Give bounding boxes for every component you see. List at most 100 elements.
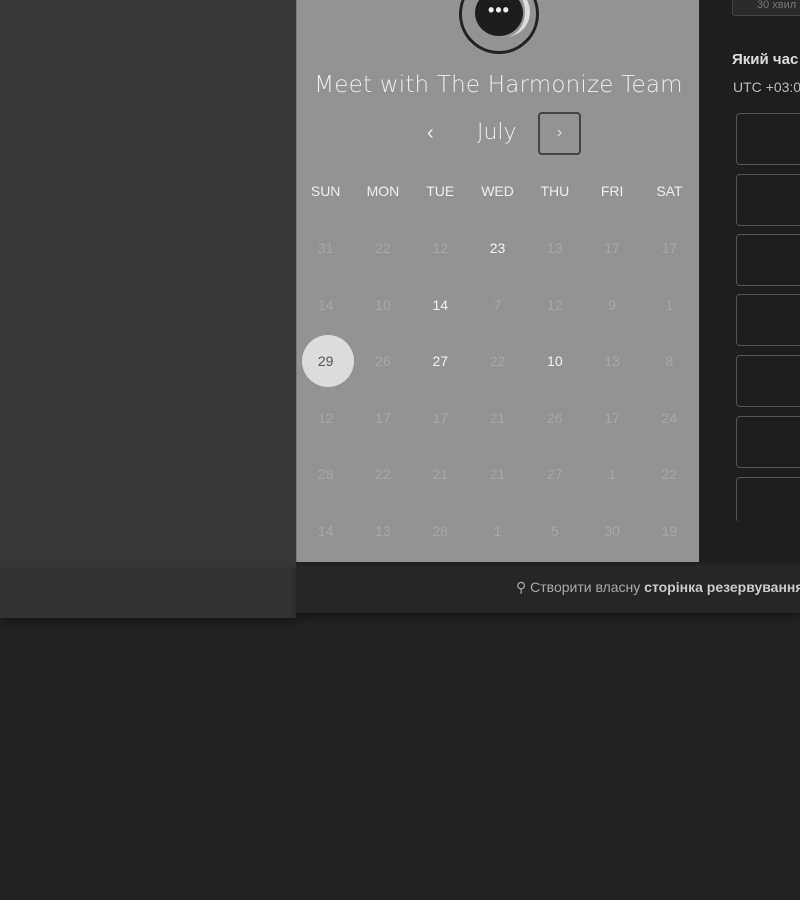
weekday-tue: TUE	[426, 183, 455, 199]
next-month-button[interactable]: ›	[538, 112, 581, 155]
background-left	[0, 0, 296, 568]
day-grid: 31 22 12 23 13 17 17 14 10 14 7 12 9 1 29 26 27 22 10 13 8 12…	[297, 220, 700, 559]
footer-bar: ⚲ Створити власну сторінка резервування	[296, 565, 800, 613]
day-number: 17	[604, 409, 620, 426]
day-cell: 17	[641, 222, 698, 274]
day-number: 1	[608, 466, 617, 483]
day-cell: 22	[641, 448, 698, 500]
time-slot[interactable]	[736, 477, 800, 522]
selected-day[interactable]: 29	[297, 335, 355, 388]
time-slot[interactable]	[736, 174, 800, 226]
day-cell: 14	[297, 505, 354, 557]
day-number: 22	[489, 353, 506, 370]
day-number: 27	[547, 466, 563, 483]
day-cell: 13	[583, 335, 640, 387]
day-cell: 22	[354, 222, 411, 274]
day-cell: 9	[583, 279, 640, 331]
day-cell: 28	[412, 505, 469, 557]
day-number: 23	[489, 240, 506, 257]
day-cell: 12	[526, 279, 583, 331]
time-slot[interactable]	[736, 234, 800, 286]
day-cell: 1	[469, 505, 526, 557]
day-number: 14	[432, 296, 449, 313]
meeting-title: Meet with The Harmonize Team	[314, 72, 683, 98]
day-cell: 21	[412, 448, 469, 500]
day-number: 17	[604, 240, 620, 257]
day-number: 21	[489, 409, 506, 426]
day-number: 1	[665, 296, 674, 313]
day-cell: 17	[412, 392, 469, 444]
day-number: 26	[547, 409, 563, 426]
time-slot[interactable]	[736, 355, 800, 407]
weekday-sat: SAT	[656, 183, 683, 199]
time-slot[interactable]	[736, 416, 800, 468]
time-slot[interactable]	[736, 294, 800, 346]
day-cell: 22	[354, 448, 411, 500]
hubspot-sprocket-icon: ⚲	[516, 579, 527, 595]
time-question: Який час	[732, 51, 799, 68]
day-cell[interactable]: 23	[469, 222, 526, 274]
day-number: 9	[608, 296, 617, 313]
team-logo: •••	[459, 0, 539, 54]
day-cell: 28	[297, 448, 354, 500]
week-row: 12 17 17 21 26 17 24	[297, 390, 700, 447]
day-cell: 27	[526, 448, 583, 500]
week-row: 31 22 12 23 13 17 17	[297, 220, 700, 277]
weekday-sun: SUN	[310, 183, 341, 199]
day-number: 21	[489, 466, 506, 483]
day-cell: 19	[641, 505, 698, 557]
day-cell: 30	[583, 505, 640, 557]
day-number: 10	[547, 353, 563, 370]
day-cell[interactable]: 27	[412, 335, 469, 387]
weekday-fri: FRI	[600, 183, 624, 199]
day-number: 28	[432, 522, 449, 539]
timezone-label[interactable]: UTC +03:0	[733, 79, 800, 95]
weekday-header: SUN MON TUE WED THU FRI SAT	[297, 183, 700, 199]
day-number: 17	[375, 409, 391, 426]
day-number: 22	[661, 466, 678, 483]
create-booking-page-link[interactable]: ⚲ Створити власну сторінка резервування	[516, 579, 800, 596]
duration-button[interactable]: 30 хвил	[732, 0, 800, 16]
month-nav: ‹ July ›	[297, 112, 700, 156]
calendar-panel: ••• Meet with The Harmonize Team ‹ July …	[296, 0, 699, 562]
weekday-wed: WED	[481, 183, 514, 199]
day-number: 12	[317, 409, 334, 426]
day-number: 22	[375, 240, 391, 257]
day-number: 12	[547, 296, 563, 313]
prev-month-button[interactable]: ‹	[427, 122, 434, 145]
day-number: 24	[661, 409, 678, 426]
time-panel: 30 хвил Який час UTC +03:0	[699, 0, 800, 562]
day-number: 31	[317, 240, 334, 257]
day-cell: 17	[583, 222, 640, 274]
day-number: 21	[432, 466, 449, 483]
day-number: 26	[375, 353, 391, 370]
day-cell: 14	[297, 279, 354, 331]
day-number: 19	[661, 522, 678, 539]
day-cell: 26	[354, 335, 411, 387]
day-number: 12	[432, 240, 449, 257]
day-cell: 8	[641, 335, 698, 387]
day-cell: 13	[526, 222, 583, 274]
day-number: 7	[493, 296, 502, 313]
day-number: 17	[661, 240, 678, 257]
day-number: 13	[604, 353, 620, 370]
day-cell: 17	[583, 392, 640, 444]
day-number: 14	[317, 522, 334, 539]
day-number: 10	[375, 296, 391, 313]
day-cell: 17	[354, 392, 411, 444]
day-cell: 13	[354, 505, 411, 557]
day-cell: 7	[469, 279, 526, 331]
weekday-thu: THU	[540, 183, 570, 199]
day-number: 22	[375, 466, 391, 483]
week-row: 14 10 14 7 12 9 1	[297, 277, 700, 334]
time-slot[interactable]	[736, 113, 800, 165]
day-cell: 1	[641, 279, 698, 331]
weekday-mon: MON	[366, 183, 400, 199]
day-cell: 31	[297, 222, 354, 274]
day-cell[interactable]: 10	[526, 335, 583, 387]
day-cell: 12	[412, 222, 469, 274]
day-cell: 22	[469, 335, 526, 387]
day-cell[interactable]: 14	[412, 279, 469, 331]
day-cell: 21	[469, 392, 526, 444]
day-number: 27	[432, 353, 449, 370]
